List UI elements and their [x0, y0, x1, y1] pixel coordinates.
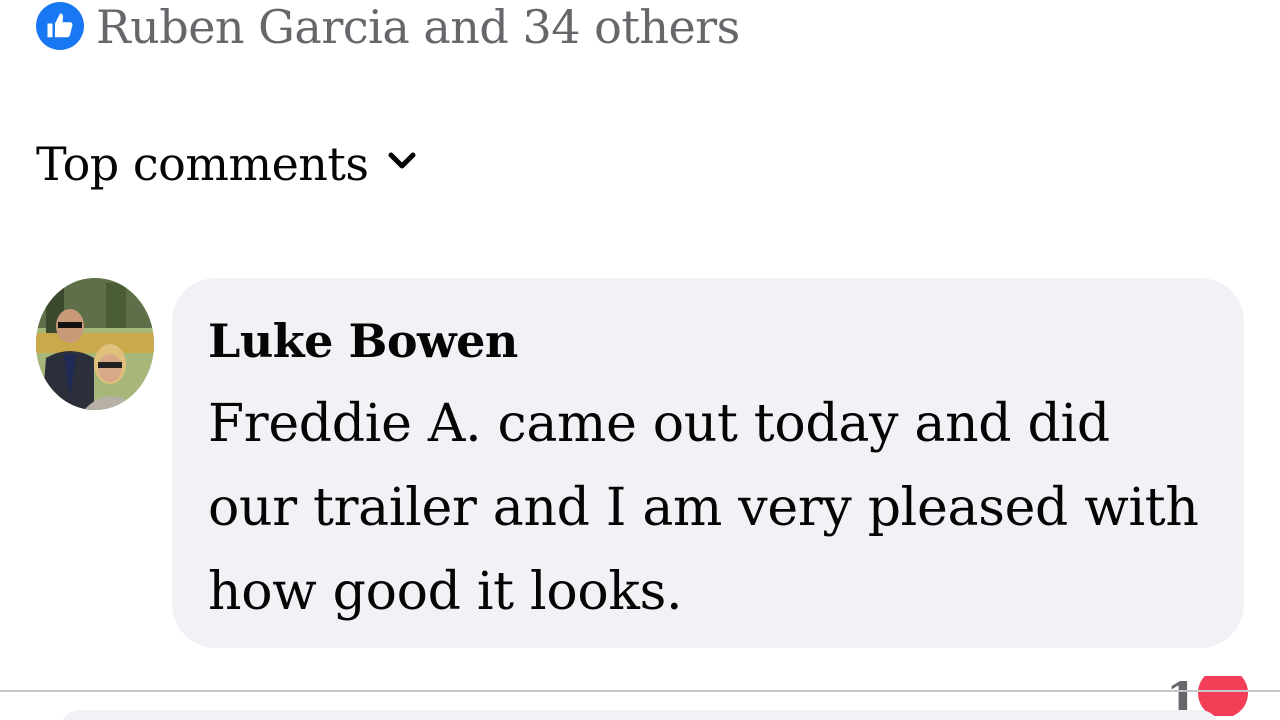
reactions-summary[interactable]: Ruben Garcia and 34 others — [36, 0, 740, 56]
post-comments-view: Ruben Garcia and 34 others Top comments — [0, 0, 1280, 720]
comment-author[interactable]: Luke Bowen — [208, 308, 1208, 374]
next-comment-bubble — [60, 710, 1220, 720]
like-icon — [36, 2, 84, 50]
comment-text: Freddie A. came out today and did our tr… — [208, 394, 1199, 622]
comment-bubble: Luke Bowen Freddie A. came out today and… — [172, 278, 1244, 648]
sort-label: Top comments — [36, 137, 369, 191]
comments-sort-dropdown[interactable]: Top comments — [36, 132, 417, 196]
avatar[interactable] — [36, 278, 154, 410]
chevron-down-icon — [387, 151, 417, 171]
divider — [0, 690, 1280, 692]
reactions-summary-text: Ruben Garcia and 34 others — [96, 0, 740, 54]
